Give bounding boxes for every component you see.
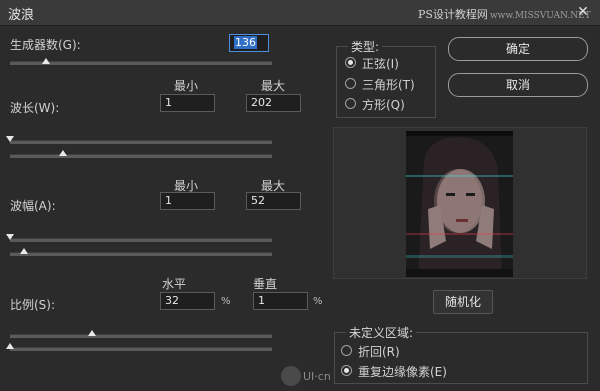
wavelength-min-header: 最小 bbox=[174, 79, 199, 93]
wavelength-min-input[interactable]: 1 bbox=[160, 94, 215, 112]
wavelength-max-slider-thumb[interactable] bbox=[59, 150, 67, 156]
amplitude-min-slider-thumb[interactable] bbox=[6, 234, 14, 240]
scale-horizontal-unit: % bbox=[221, 296, 231, 307]
wavelength-min-slider-thumb[interactable] bbox=[6, 136, 14, 142]
randomize-button[interactable]: 随机化 bbox=[433, 290, 493, 314]
scale-horizontal-slider-thumb[interactable] bbox=[88, 330, 96, 336]
preview-image bbox=[406, 131, 513, 277]
amplitude-min-input[interactable]: 1 bbox=[160, 192, 215, 210]
type-sine-radio[interactable] bbox=[345, 57, 356, 68]
footer-watermark: UI·cn bbox=[303, 370, 331, 383]
type-triangle-radio[interactable] bbox=[345, 78, 356, 89]
generators-input[interactable]: 136 bbox=[229, 34, 269, 52]
scale-vertical-input[interactable]: 1 bbox=[253, 292, 308, 310]
wavelength-label: 波长(W): bbox=[10, 101, 60, 115]
portrait-preview bbox=[406, 131, 513, 277]
cancel-button[interactable]: 取消 bbox=[448, 73, 588, 97]
close-icon[interactable]: ✕ bbox=[569, 2, 597, 22]
window-title: 波浪 bbox=[8, 8, 35, 23]
type-square-radio[interactable] bbox=[345, 98, 356, 109]
ok-button[interactable]: 确定 bbox=[448, 37, 588, 61]
amplitude-max-slider-thumb[interactable] bbox=[20, 248, 28, 254]
watermark-logo-icon bbox=[281, 366, 301, 386]
watermark-text: PS设计教程网 www.MISSVUAN.NET bbox=[418, 8, 591, 21]
wavelength-min-slider-track[interactable] bbox=[10, 140, 272, 144]
scale-vertical-slider-thumb[interactable] bbox=[6, 343, 14, 349]
amplitude-max-input[interactable]: 52 bbox=[246, 192, 301, 210]
amplitude-label: 波幅(A): bbox=[10, 199, 56, 213]
generators-slider-thumb[interactable] bbox=[42, 58, 50, 64]
type-sine-label[interactable]: 正弦(I) bbox=[362, 55, 399, 72]
wavelength-max-slider-track[interactable] bbox=[10, 154, 272, 158]
wrap-around-radio[interactable] bbox=[341, 345, 352, 356]
scale-horizontal-header: 水平 bbox=[162, 277, 187, 291]
wavelength-max-header: 最大 bbox=[261, 79, 286, 93]
scale-horizontal-slider-track[interactable] bbox=[10, 334, 272, 338]
amplitude-min-slider-track[interactable] bbox=[10, 238, 272, 242]
scale-label: 比例(S): bbox=[10, 298, 56, 312]
repeat-edge-radio[interactable] bbox=[341, 365, 352, 376]
wrap-around-label[interactable]: 折回(R) bbox=[358, 343, 400, 360]
scale-horizontal-input[interactable]: 32 bbox=[160, 292, 215, 310]
wavelength-max-input[interactable]: 202 bbox=[246, 94, 301, 112]
type-square-label[interactable]: 方形(Q) bbox=[362, 96, 405, 113]
undefined-area-legend: 未定义区域: bbox=[346, 324, 417, 341]
scale-vertical-header: 垂直 bbox=[253, 277, 278, 291]
amplitude-max-slider-track[interactable] bbox=[10, 252, 272, 256]
generators-label: 生成器数(G): bbox=[10, 38, 81, 52]
type-triangle-label[interactable]: 三角形(T) bbox=[362, 76, 415, 93]
scale-vertical-unit: % bbox=[313, 296, 323, 307]
type-legend: 类型: bbox=[348, 38, 383, 55]
scale-vertical-slider-track[interactable] bbox=[10, 347, 272, 351]
repeat-edge-label[interactable]: 重复边缘像素(E) bbox=[358, 363, 447, 380]
